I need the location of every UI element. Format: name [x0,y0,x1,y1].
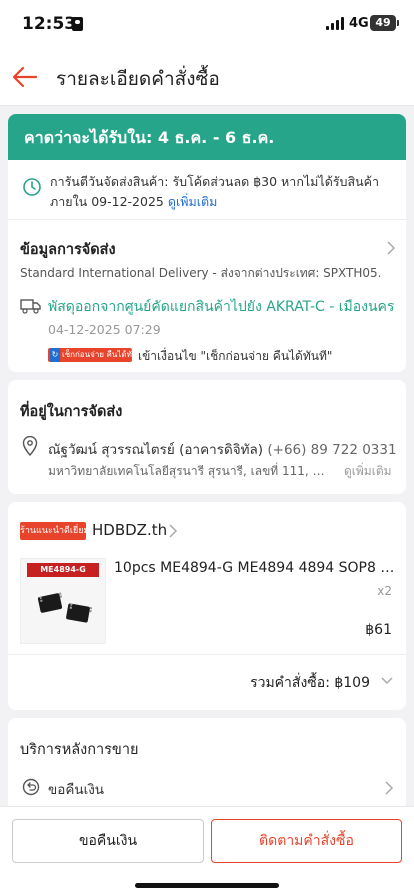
product-image[interactable]: ME4894-G [20,558,106,644]
refund-chevron-icon[interactable] [384,780,394,796]
page-title: รายละเอียดคำสั่งซื้อ [56,68,220,90]
refund-request-item[interactable]: ขอคืนเงิน [48,778,104,800]
id-card-icon [72,17,83,31]
guarantee-text: การันตีวันจัดส่งสินค้า: รับโค้ดส่วนลด ฿3… [50,172,390,212]
clock-icon [23,178,41,196]
shop-chevron-icon[interactable] [168,523,178,539]
recipient-name: ณัฐวัฒน์ สุวรรณไตรย์ (อาคารดิจิทัล) [48,442,264,458]
refund-button[interactable]: ขอคืนเงิน [12,819,204,863]
signal-icon [326,17,344,30]
track-order-button[interactable]: ติดตามคำสั่งซื้อ [211,819,402,863]
order-total[interactable]: รวมคำสั่งซื้อ: ฿109 [250,672,370,694]
chevron-right-icon[interactable] [386,240,396,256]
after-sales-title: บริการหลังการขาย [20,742,139,758]
after-sales-card: บริการหลังการขาย ขอคืนเงิน [8,718,406,808]
battery-level: 49 [375,16,391,29]
divider [8,654,406,655]
network-label: 4G [349,16,369,31]
home-indicator[interactable] [135,883,279,888]
nav-bar: รายละเอียดคำสั่งซื้อ [0,48,414,106]
back-arrow-icon[interactable] [10,62,40,92]
preferred-shop-badge: ร้านแนะนำดีเยี่ยม [20,522,86,540]
chip-graphic [65,603,91,623]
chip-graphic [37,592,63,614]
promo-text: เข้าเงื่อนไข "เช็กก่อนจ่าย คืนได้ทันที" [138,349,333,363]
shipping-info-title[interactable]: ข้อมูลการจัดส่ง [20,238,116,261]
recipient-line: ณัฐวัฒน์ สุวรรณไตรย์ (อาคารดิจิทัล) (+66… [48,438,397,460]
check-before-pay-badge: เช็กก่อนจ่าย คืนได้ทันที [48,348,132,362]
status-bar: 12:53 4G 49 [0,0,414,48]
address-title: ที่อยู่ในการจัดส่ง [20,404,123,420]
eta-banner: คาดว่าจะได้รับใน: 4 ธ.ค. - 6 ธ.ค. [8,114,406,160]
product-image-label: ME4894-G [27,563,99,577]
location-pin-icon [22,436,38,456]
product-price: ฿61 [365,622,392,638]
product-name[interactable]: 10pcs ME4894-G ME4894 4894 SOP8 New [114,560,396,576]
bottom-action-bar: ขอคืนเงิน ติดตามคำสั่งซื้อ [0,806,414,896]
shipping-method: Standard International Delivery - ส่งจาก… [20,266,380,280]
status-time: 12:53 [22,14,77,34]
battery-icon: 49 [370,15,396,31]
recipient-phone: (+66) 89 722 0331 [267,442,397,458]
product-quantity: x2 [377,584,392,598]
battery-tip [397,20,399,26]
address-card: ที่อยู่ในการจัดส่ง ณัฐวัฒน์ สุวรรณไตรย์ … [8,380,406,494]
tracking-time: 04-12-2025 07:29 [48,322,161,337]
eta-text: คาดว่าจะได้รับใน: 4 ธ.ค. - 6 ธ.ค. [24,128,275,147]
shipping-card: การันตีวันจัดส่งสินค้า: รับโค้ดส่วนลด ฿3… [8,160,406,372]
address-line: มหาวิทยาลัยเทคโนโลยีสุรนารี สุรนารี, เลข… [48,464,338,478]
guarantee-more-link[interactable]: ดูเพิ่มเติม [168,194,218,209]
truck-icon [20,299,41,314]
tracking-status[interactable]: พัสดุออกจากศูนย์คัดแยกสินค้าไปยัง AKRAT-… [48,296,394,318]
shop-name[interactable]: HDBDZ.th [92,521,167,539]
chevron-down-icon[interactable] [380,676,394,686]
refund-icon [22,778,40,796]
shop-card: ร้านแนะนำดีเยี่ยม HDBDZ.th ME4894-G 10pc… [8,502,406,710]
delivery-guarantee[interactable]: การันตีวันจัดส่งสินค้า: รับโค้ดส่วนลด ฿3… [8,160,406,220]
address-more-link[interactable]: ดูเพิ่มเติม [344,462,392,481]
